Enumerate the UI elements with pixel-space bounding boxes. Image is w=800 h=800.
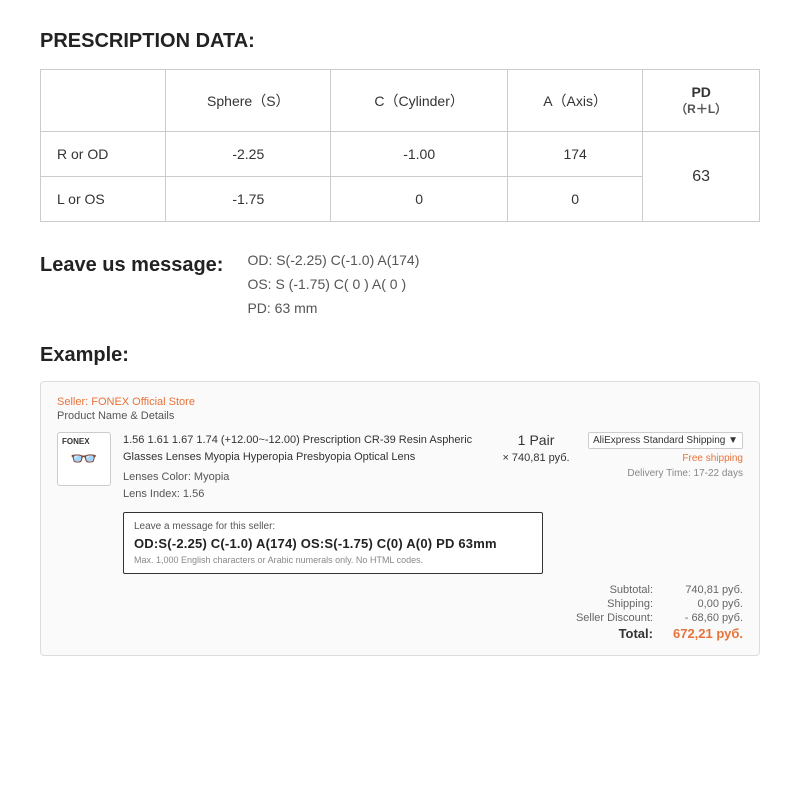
free-shipping-label: Free shipping xyxy=(682,453,743,464)
qty-price: 1 Pair × 740,81 руб. xyxy=(496,432,576,464)
shipping-section: AliExpress Standard Shipping ▼ Free ship… xyxy=(588,432,743,479)
example-box: Seller: FONEX Official Store Product Nam… xyxy=(40,381,760,656)
message-line-od: OD: S(-2.25) C(-1.0) A(174) xyxy=(247,252,419,268)
sphere-os: -1.75 xyxy=(166,177,331,222)
brand-label: FONEX xyxy=(62,437,90,446)
pd-value: 63 xyxy=(643,132,760,222)
subtotal-row: Subtotal: 740,81 руб. xyxy=(563,584,743,596)
subtotal-value: 740,81 руб. xyxy=(673,584,743,596)
message-section-label: Leave us message: xyxy=(40,252,223,277)
product-info: 1.56 1.61 1.67 1.74 (+12.00~-12.00) Pres… xyxy=(123,432,484,502)
example-message-box: Leave a message for this seller: OD:S(-2… xyxy=(123,512,543,574)
product-thumbnail: FONEX 👓 xyxy=(57,432,111,486)
example-message-label: Leave a message for this seller: xyxy=(134,521,532,532)
col-pd: PD （R＋L） xyxy=(643,70,760,132)
qty-row: 1 Pair xyxy=(518,432,555,448)
total-value: 672,21 руб. xyxy=(673,626,743,641)
qty-value: 1 xyxy=(518,432,526,448)
table-row-od: R or OD -2.25 -1.00 174 63 xyxy=(41,132,760,177)
axis-os: 0 xyxy=(507,177,642,222)
example-message-limit: Max. 1,000 English characters or Arabic … xyxy=(134,555,532,565)
row-label-od: R or OD xyxy=(41,132,166,177)
subtotal-label: Subtotal: xyxy=(563,584,653,596)
shipping-value: 0,00 руб. xyxy=(673,598,743,610)
price-value: × 740,81 руб. xyxy=(502,452,569,464)
delivery-time: Delivery Time: 17-22 days xyxy=(627,468,743,479)
shipping-row: Shipping: 0,00 руб. xyxy=(563,598,743,610)
example-product-label: Product Name & Details xyxy=(57,410,743,422)
axis-od: 174 xyxy=(507,132,642,177)
col-empty xyxy=(41,70,166,132)
col-sphere: Sphere（S） xyxy=(166,70,331,132)
discount-row: Seller Discount: - 68,60 руб. xyxy=(563,612,743,624)
prescription-title: PRESCRIPTION DATA: xyxy=(40,30,760,53)
shipping-label: Shipping: xyxy=(563,598,653,610)
example-title: Example: xyxy=(40,344,760,367)
lens-color: Lenses Color: Myopia xyxy=(123,469,484,486)
shipping-select[interactable]: AliExpress Standard Shipping ▼ xyxy=(588,432,743,449)
product-icon: 👓 xyxy=(70,446,97,472)
col-axis: A（Axis） xyxy=(507,70,642,132)
example-seller: Seller: FONEX Official Store xyxy=(57,396,743,408)
lens-index: Lens Index: 1.56 xyxy=(123,486,484,503)
message-lines: OD: S(-2.25) C(-1.0) A(174) OS: S (-1.75… xyxy=(247,252,419,316)
discount-value: - 68,60 руб. xyxy=(673,612,743,624)
example-product-row: FONEX 👓 1.56 1.61 1.67 1.74 (+12.00~-12.… xyxy=(57,432,743,502)
total-label: Total: xyxy=(563,626,653,641)
product-name: 1.56 1.61 1.67 1.74 (+12.00~-12.00) Pres… xyxy=(123,432,484,465)
example-message-text: OD:S(-2.25) C(-1.0) A(174) OS:S(-1.75) C… xyxy=(134,536,532,551)
cylinder-od: -1.00 xyxy=(331,132,507,177)
message-line-pd: PD: 63 mm xyxy=(247,300,419,316)
prescription-table: Sphere（S） C（Cylinder） A（Axis） PD （R＋L） R… xyxy=(40,69,760,222)
total-final-row: Total: 672,21 руб. xyxy=(563,626,743,641)
sphere-od: -2.25 xyxy=(166,132,331,177)
row-label-os: L or OS xyxy=(41,177,166,222)
message-section: Leave us message: OD: S(-2.25) C(-1.0) A… xyxy=(40,252,760,316)
message-box-container: Leave a message for this seller: OD:S(-2… xyxy=(123,512,543,574)
cylinder-os: 0 xyxy=(331,177,507,222)
message-line-os: OS: S (-1.75) C( 0 ) A( 0 ) xyxy=(247,276,419,292)
totals-section: Subtotal: 740,81 руб. Shipping: 0,00 руб… xyxy=(57,584,743,641)
qty-unit: Pair xyxy=(529,432,554,448)
col-cylinder: C（Cylinder） xyxy=(331,70,507,132)
discount-label: Seller Discount: xyxy=(563,612,653,624)
